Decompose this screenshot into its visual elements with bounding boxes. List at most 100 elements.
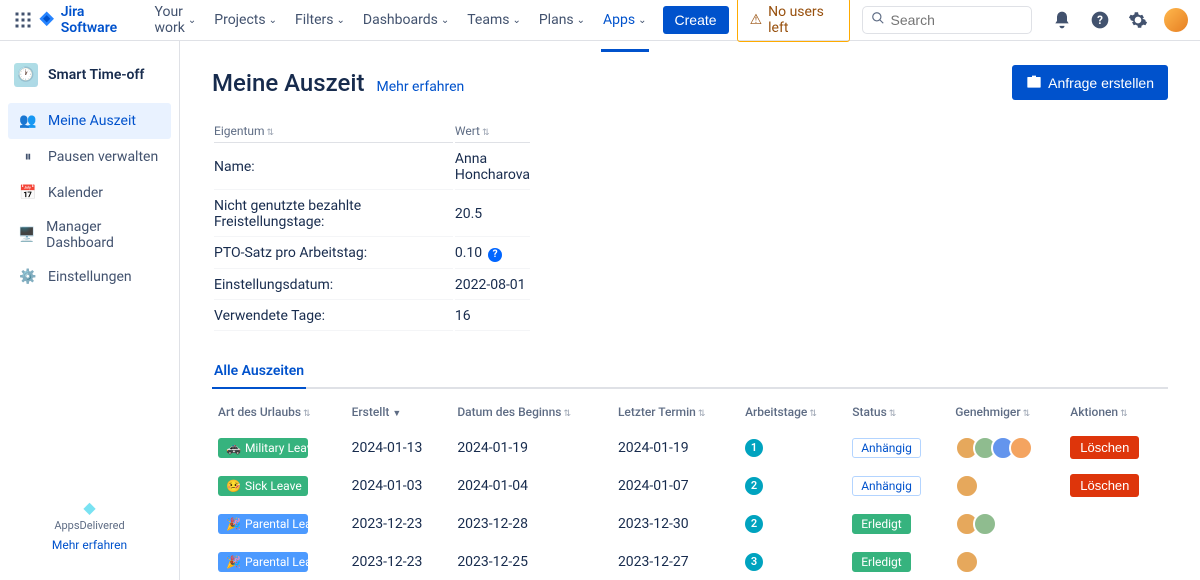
- app-brand-icon: 🕐: [14, 63, 38, 87]
- create-button[interactable]: Create: [663, 6, 729, 34]
- sidebar-item-icon: ⏸: [18, 147, 38, 167]
- props-key-header: Eigentum: [214, 124, 265, 138]
- end-date: 2024-01-19: [612, 429, 739, 467]
- leave-type-label: Parental Lea...: [245, 517, 308, 531]
- help-icon[interactable]: ?: [1088, 8, 1112, 32]
- column-header[interactable]: Art des Urlaubs⇅: [212, 395, 346, 429]
- props-value-header: Wert: [455, 124, 480, 138]
- property-row: PTO-Satz pro Arbeitstag:0.10?: [214, 239, 530, 269]
- leave-type-label: Sick Leave: [245, 479, 302, 493]
- approver-avatar[interactable]: [1009, 436, 1033, 460]
- nav-item-filters[interactable]: Filters ⌄: [287, 0, 353, 42]
- column-header[interactable]: Aktionen⇅: [1064, 395, 1168, 429]
- app-switcher-icon[interactable]: [12, 8, 33, 32]
- leave-type-badge: 🎉 Parental Lea...: [218, 514, 308, 534]
- created-date: 2023-12-23: [346, 505, 452, 543]
- property-key: Nicht genutzte bezahlte Freistellungstag…: [214, 192, 453, 237]
- property-value: 20.5: [455, 192, 530, 237]
- column-header[interactable]: Erstellt ▼: [346, 395, 452, 429]
- workdays-badge: 1: [745, 439, 763, 457]
- leave-type-label: Military Leave: [245, 441, 308, 455]
- tab-all-timeoff[interactable]: Alle Auszeiten: [212, 355, 306, 389]
- property-value: Anna Honcharova: [455, 145, 530, 190]
- property-value: 2022-08-01: [455, 271, 530, 300]
- create-request-label: Anfrage erstellen: [1048, 75, 1154, 91]
- property-key: Verwendete Tage:: [214, 302, 453, 331]
- learn-more-link[interactable]: Mehr erfahren: [376, 79, 464, 95]
- column-header[interactable]: Letzter Termin⇅: [612, 395, 739, 429]
- status-badge: Anhängig: [852, 476, 921, 496]
- end-date: 2024-01-07: [612, 467, 739, 505]
- start-date: 2023-12-28: [451, 505, 612, 543]
- leave-type-label: Parental Lea...: [245, 555, 308, 569]
- chevron-down-icon: ⌄: [577, 15, 585, 26]
- profile-avatar[interactable]: [1164, 8, 1188, 32]
- sidebar-item-pausen-verwalten[interactable]: ⏸ Pausen verwalten: [8, 139, 171, 175]
- app-brand-name: Smart Time-off: [48, 67, 144, 83]
- property-row: Nicht genutzte bezahlte Freistellungstag…: [214, 192, 530, 237]
- sidebar-item-icon: 🖥️: [18, 225, 36, 245]
- leave-type-badge: 🎉Parental Lea...: [218, 552, 308, 572]
- approver-avatar[interactable]: [955, 474, 979, 498]
- leave-type-emoji: 🎉: [226, 517, 241, 531]
- leave-type-badge: 🚓 Military Leave: [218, 438, 308, 458]
- approvers-stack: [955, 436, 1058, 460]
- chevron-down-icon: ⌄: [337, 15, 345, 26]
- briefcase-icon: [1026, 73, 1042, 92]
- delete-button[interactable]: Löschen: [1070, 474, 1139, 497]
- sidebar-item-meine-auszeit[interactable]: 👥Meine Auszeit: [8, 103, 171, 139]
- sidebar-item-icon: 📅: [18, 183, 38, 203]
- column-header[interactable]: Arbeitstage⇅: [739, 395, 846, 429]
- sidebar-item-einstellungen[interactable]: ⚙️Einstellungen: [8, 259, 171, 295]
- tabs-bar: Alle Auszeiten: [212, 355, 1168, 389]
- workdays-badge: 3: [745, 553, 763, 571]
- sidebar-item-label: Meine Auszeit: [48, 113, 136, 129]
- approvers-stack: [955, 474, 1058, 498]
- status-badge: Erledigt: [852, 514, 911, 534]
- main-content: Meine Auszeit Mehr erfahren Anfrage erst…: [180, 41, 1200, 580]
- status-badge: Erledigt: [852, 552, 911, 572]
- column-header[interactable]: Genehmiger⇅: [949, 395, 1064, 429]
- created-date: 2024-01-03: [346, 467, 452, 505]
- jira-logo[interactable]: Jira Software: [37, 4, 134, 36]
- sidebar-item-label: Pausen verwalten: [48, 149, 158, 165]
- created-date: 2024-01-13: [346, 429, 452, 467]
- sidebar-item-kalender[interactable]: 📅Kalender: [8, 175, 171, 211]
- approver-avatar[interactable]: [973, 512, 997, 536]
- search-box[interactable]: [862, 6, 1032, 34]
- search-input[interactable]: [891, 12, 1023, 28]
- no-users-label: No users left: [768, 4, 836, 36]
- approver-avatar[interactable]: [955, 550, 979, 574]
- workdays-badge: 2: [745, 515, 763, 533]
- settings-icon[interactable]: [1126, 8, 1150, 32]
- sidebar-item-label: Manager Dashboard: [46, 219, 161, 251]
- nav-item-plans[interactable]: Plans ⌄: [531, 0, 593, 42]
- chevron-down-icon: ⌄: [269, 15, 277, 26]
- end-date: 2023-12-30: [612, 505, 739, 543]
- sidebar-footer-learn-more[interactable]: Mehr erfahren: [8, 538, 171, 552]
- create-request-button[interactable]: Anfrage erstellen: [1012, 65, 1168, 100]
- property-value: 16: [455, 302, 530, 331]
- primary-nav: Your work ⌄Projects ⌄Filters ⌄Dashboards…: [147, 0, 655, 42]
- help-icon[interactable]: ?: [488, 248, 502, 262]
- app-brand[interactable]: 🕐 Smart Time-off: [8, 57, 171, 93]
- nav-item-apps[interactable]: Apps ⌄: [595, 0, 654, 42]
- sidebar-footer: ◆ AppsDelivered Mehr erfahren: [8, 486, 171, 564]
- search-icon: [871, 11, 885, 29]
- sidebar-item-manager-dashboard[interactable]: 🖥️ Manager Dashboard: [8, 211, 171, 259]
- property-row: Einstellungsdatum:2022-08-01: [214, 271, 530, 300]
- notifications-icon[interactable]: [1050, 8, 1074, 32]
- nav-item-dashboards[interactable]: Dashboards ⌄: [355, 0, 457, 42]
- status-badge: Anhängig: [852, 438, 921, 458]
- start-date: 2024-01-04: [451, 467, 612, 505]
- delete-button[interactable]: Löschen: [1070, 436, 1139, 459]
- leave-type-emoji: 🚓: [226, 441, 241, 455]
- nav-item-teams[interactable]: Teams ⌄: [459, 0, 529, 42]
- nav-item-projects[interactable]: Projects ⌄: [206, 0, 285, 42]
- no-users-warning[interactable]: ⚠ No users left: [737, 0, 850, 42]
- table-row: 🚓Military Leave2024-01-132024-01-192024-…: [212, 429, 1168, 467]
- column-header[interactable]: Status⇅: [846, 395, 949, 429]
- column-header[interactable]: Datum des Beginns⇅: [451, 395, 612, 429]
- sidebar-item-icon: ⚙️: [18, 267, 38, 287]
- nav-item-your-work[interactable]: Your work ⌄: [147, 0, 205, 42]
